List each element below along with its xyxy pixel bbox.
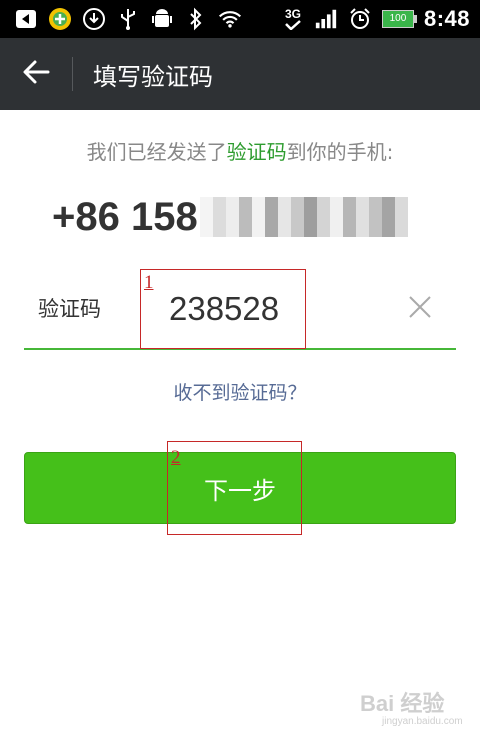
network-type-label: 3G [284,7,301,21]
arrow-left-icon [22,59,50,89]
sent-code-hint: 我们已经发送了验证码到你的手机: [0,136,480,165]
status-bar: 3G 100 8:48 [0,0,480,38]
watermark-logo: Bai 经验 [360,691,445,716]
battery-icon: 100 [381,10,417,28]
title-divider [72,57,73,91]
annotation-box-2 [167,441,302,535]
annotation-number-2: 2 [171,447,181,468]
close-icon [409,296,431,318]
3g-signal-icon: 3G [282,7,304,31]
alarm-icon [348,7,372,31]
annotation-box-1 [140,269,306,349]
android-debug-icon [150,7,174,31]
phone-prefix: +86 158 [52,194,198,239]
back-button[interactable] [0,38,72,110]
page-title: 填写验证码 [93,62,213,91]
bluetooth-icon [184,7,208,31]
download-icon [82,7,106,31]
status-time: 8:48 [423,6,470,31]
annotation-number-1: 1 [144,272,154,293]
phone-mosaic-redaction [199,197,408,237]
no-code-link[interactable]: 收不到验证码？ [0,378,480,405]
hint-prefix: 我们已经发送了 [86,140,227,164]
title-bar: 填写验证码 [0,38,480,110]
clear-button[interactable] [405,292,435,322]
wifi-icon [218,7,242,31]
back-notification-icon [14,7,38,31]
hint-suffix: 到你的手机: [286,140,394,164]
cell-signal-icon [314,7,338,31]
baidu-jingyan-watermark: Bai 经验 jingyan.baidu.com [360,686,470,730]
360-shield-icon [48,7,72,31]
watermark-url: jingyan.baidu.com [382,716,463,727]
phone-number: +86 158 [52,192,408,242]
usb-icon [116,7,140,31]
hint-highlight: 验证码 [226,140,287,164]
code-label: 验证码 [38,297,101,321]
